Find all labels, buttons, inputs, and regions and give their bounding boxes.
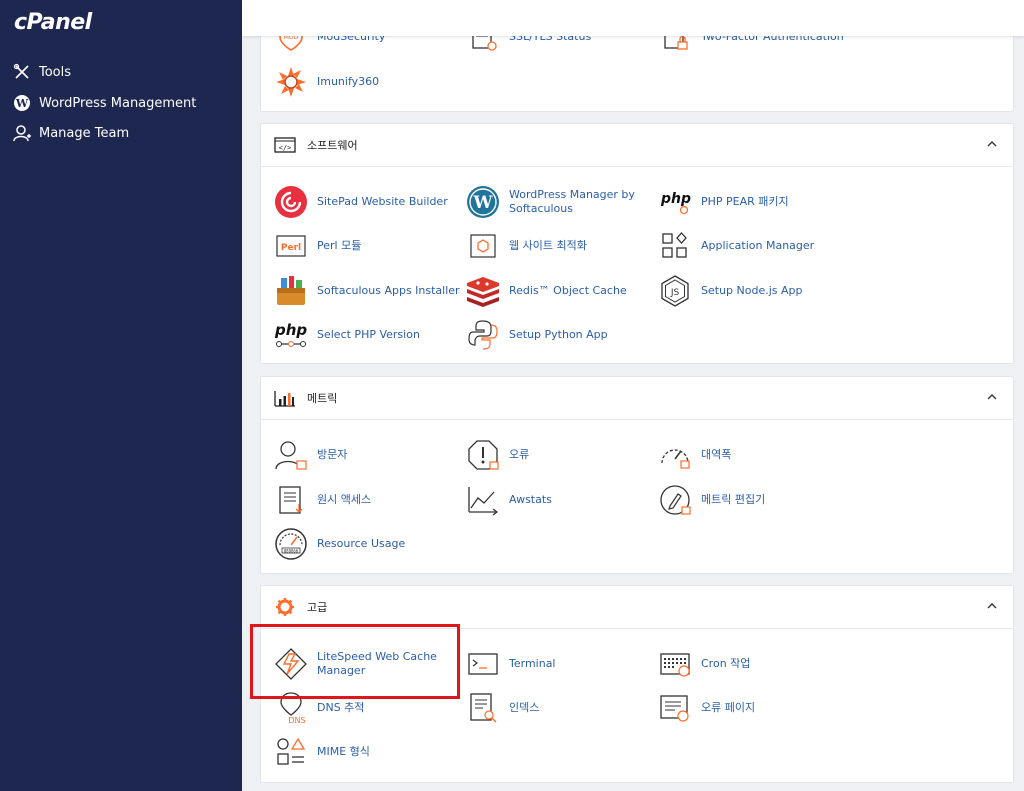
sidebar-item-manage-team[interactable]: Manage Team [12,122,129,144]
item-awstats[interactable]: Awstats [465,482,552,518]
advanced-panel-header[interactable]: 고급 [261,586,1013,629]
tools-icon [12,62,32,82]
item-imunify360[interactable]: Imunify360 [273,64,379,100]
softaculous-icon [273,273,309,309]
sidebar-item-wordpress-management[interactable]: W WordPress Management [12,92,196,114]
svg-text:DNS: DNS [288,716,305,725]
advanced-panel: 고급 LiteSpeed Web Cache Manager Terminal … [260,585,1014,783]
item-mime-types[interactable]: MIME 형식 [273,734,370,770]
software-panel: </> 소프트웨어 SitePad Website Builder W Word… [260,123,1014,364]
litespeed-icon [273,646,309,682]
svg-text:W: W [15,97,29,110]
chevron-up-icon[interactable] [985,599,999,613]
site-optimize-icon [465,228,501,264]
dns-trace-icon: DNS [273,690,309,726]
php-version-icon: php [273,317,309,353]
item-redis[interactable]: Redis™ Object Cache [465,273,627,309]
svg-text:php: php [660,191,691,207]
php-pear-icon: php [657,184,693,220]
chevron-up-icon[interactable] [985,137,999,151]
svg-text:088860: 088860 [284,548,299,553]
item-perl-modules[interactable]: Perl Perl 모듈 [273,228,361,264]
python-icon [465,317,501,353]
item-bandwidth[interactable]: 대역폭 [657,437,731,473]
svg-text:php: php [274,321,307,339]
sitepad-icon [273,184,309,220]
chevron-up-icon[interactable] [985,390,999,404]
panel-title: 메트릭 [307,392,338,405]
wordpress-manager-icon: W [465,184,501,220]
cron-icon [657,646,693,682]
resource-usage-icon: 088860 [273,526,309,562]
item-nodejs[interactable]: JS Setup Node.js App [657,273,803,309]
terminal-icon [465,646,501,682]
bandwidth-icon [657,437,693,473]
svg-text:Perl: Perl [281,243,301,253]
item-application-manager[interactable]: Application Manager [657,228,814,264]
item-visitors[interactable]: 방문자 [273,437,347,473]
wordpress-icon: W [12,93,32,113]
errors-icon [465,437,501,473]
panel-title: 고급 [307,601,328,614]
item-select-php-version[interactable]: php Select PHP Version [273,317,420,353]
top-header [242,0,1024,36]
panel-title: 소프트웨어 [307,139,358,152]
sidebar-item-label: Tools [39,64,72,80]
indexes-icon [465,690,501,726]
item-litespeed-web-cache-manager[interactable]: LiteSpeed Web Cache Manager [273,646,437,682]
item-softaculous[interactable]: Softaculous Apps Installer [273,273,460,309]
redis-icon [465,273,501,309]
item-php-pear[interactable]: php PHP PEAR 패키지 [657,184,789,220]
bar-chart-icon [273,386,297,410]
sidebar: cPanel Tools W WordPress Management Mana… [0,0,242,791]
nodejs-icon: JS [657,273,693,309]
item-dns-trace[interactable]: DNS DNS 추적 [273,690,364,726]
item-raw-access[interactable]: 원시 액세스 [273,482,371,518]
error-pages-icon [657,690,693,726]
awstats-icon [465,482,501,518]
item-indexes[interactable]: 인덱스 [465,690,539,726]
perl-icon: Perl [273,228,309,264]
cpanel-logo[interactable]: cPanel [14,10,92,35]
gear-icon [273,595,297,619]
sidebar-item-tools[interactable]: Tools [12,61,71,83]
application-manager-icon [657,228,693,264]
svg-text:JS: JS [670,288,680,298]
software-panel-header[interactable]: </> 소프트웨어 [261,124,1013,167]
code-window-icon: </> [273,133,297,157]
item-cron-jobs[interactable]: Cron 작업 [657,646,750,682]
imunify360-icon [273,64,309,100]
item-site-optimize[interactable]: 웹 사이트 최적화 [465,228,587,264]
manage-team-icon [12,123,32,143]
item-sitepad[interactable]: SitePad Website Builder [273,184,448,220]
item-metrics-editor[interactable]: 메트릭 편집기 [657,482,765,518]
sidebar-item-label: Manage Team [39,125,130,141]
item-terminal[interactable]: Terminal [465,646,556,682]
sidebar-item-label: WordPress Management [39,95,197,111]
item-setup-python-app[interactable]: Setup Python App [465,317,608,353]
svg-text:W: W [472,193,493,213]
item-wordpress-manager[interactable]: W WordPress Manager by Softaculous [465,184,639,220]
metrics-editor-icon [657,482,693,518]
item-errors[interactable]: 오류 [465,437,529,473]
metrics-panel-header[interactable]: 메트릭 [261,377,1013,420]
raw-access-icon [273,482,309,518]
item-error-pages[interactable]: 오류 페이지 [657,690,755,726]
svg-text:</>: </> [279,144,292,152]
mime-types-icon [273,734,309,770]
item-resource-usage[interactable]: 088860 Resource Usage [273,526,405,562]
visitors-icon [273,437,309,473]
metrics-panel: 메트릭 방문자 오류 대역폭 원시 액세스 Awstats 메트릭 편집기 08… [260,376,1014,574]
